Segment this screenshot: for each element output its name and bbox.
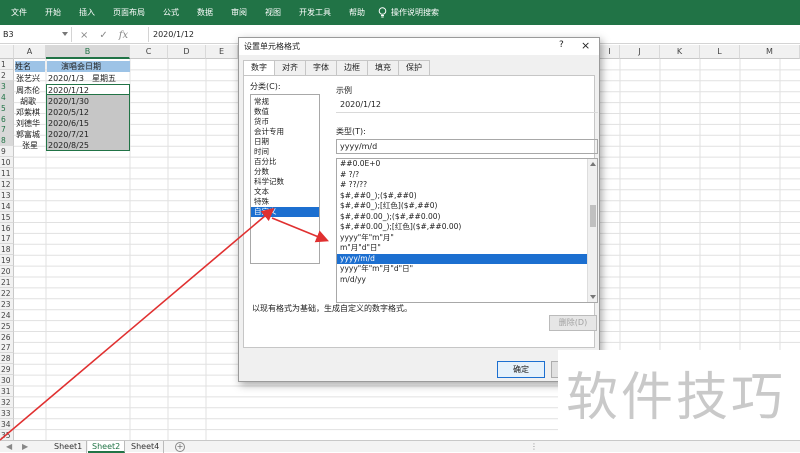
arrow-to-custom-category: [0, 207, 275, 441]
watermark-text: 软件技巧: [566, 368, 787, 428]
arrow-to-format-type: [271, 217, 329, 243]
